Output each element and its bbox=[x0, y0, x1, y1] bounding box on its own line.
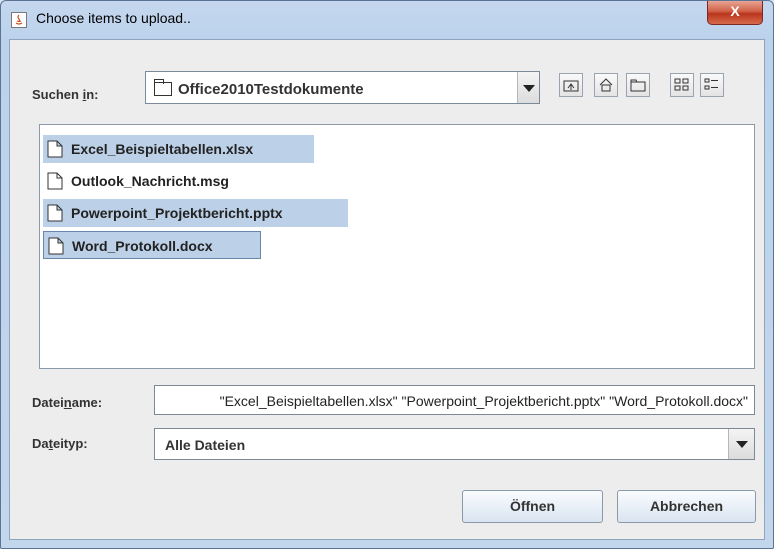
file-icon bbox=[47, 172, 63, 190]
chevron-down-icon bbox=[736, 441, 748, 448]
filetype-dropdown-button[interactable] bbox=[728, 429, 754, 459]
open-button[interactable]: Öffnen bbox=[462, 490, 603, 523]
close-icon: X bbox=[730, 3, 740, 19]
folder-icon bbox=[154, 79, 172, 96]
list-view-button[interactable] bbox=[670, 73, 694, 97]
close-button[interactable]: X bbox=[707, 1, 763, 25]
upload-dialog: Choose items to upload.. X Suchen in: Of… bbox=[0, 0, 774, 549]
up-folder-icon bbox=[563, 80, 579, 92]
look-in-value: Office2010Testdokumente bbox=[178, 81, 364, 98]
window-title: Choose items to upload.. bbox=[36, 10, 191, 26]
home-button[interactable] bbox=[594, 73, 618, 97]
file-item-excel[interactable]: Excel_Beispieltabellen.xlsx bbox=[43, 135, 314, 163]
filetype-combo[interactable]: Alle Dateien bbox=[154, 428, 755, 460]
filetype-label: Dateityp: bbox=[32, 436, 88, 451]
filename-value: "Excel_Beispieltabellen.xlsx" "Powerpoin… bbox=[219, 393, 748, 409]
chevron-down-icon bbox=[523, 84, 535, 92]
file-icon bbox=[47, 204, 63, 222]
file-name: Word_Protokoll.docx bbox=[72, 238, 213, 254]
cancel-button[interactable]: Abbrechen bbox=[617, 490, 756, 523]
filetype-value: Alle Dateien bbox=[165, 437, 246, 453]
list-view-icon bbox=[674, 78, 689, 91]
look-in-combo[interactable]: Office2010Testdokumente bbox=[145, 71, 540, 104]
title-bar[interactable]: Choose items to upload.. X bbox=[1, 1, 773, 39]
details-view-icon bbox=[704, 78, 718, 90]
file-item-powerpoint[interactable]: Powerpoint_Projektbericht.pptx bbox=[43, 199, 348, 227]
look-in-dropdown-button[interactable] bbox=[517, 72, 539, 103]
home-icon bbox=[599, 78, 613, 92]
file-list[interactable]: Excel_Beispieltabellen.xlsx Outlook_Nach… bbox=[39, 124, 755, 369]
new-folder-icon bbox=[630, 79, 646, 92]
dialog-content: Suchen in: Office2010Testdokumente Excel… bbox=[9, 39, 765, 540]
filename-label: Dateiname: bbox=[32, 395, 103, 410]
up-one-level-button[interactable] bbox=[559, 73, 583, 97]
file-item-outlook[interactable]: Outlook_Nachricht.msg bbox=[43, 167, 283, 195]
new-folder-button[interactable] bbox=[626, 73, 650, 97]
java-icon bbox=[11, 12, 27, 28]
file-item-word[interactable]: Word_Protokoll.docx bbox=[43, 231, 261, 259]
details-view-button[interactable] bbox=[700, 73, 724, 97]
file-name: Excel_Beispieltabellen.xlsx bbox=[71, 141, 254, 157]
filename-input[interactable]: "Excel_Beispieltabellen.xlsx" "Powerpoin… bbox=[154, 385, 755, 415]
file-icon bbox=[47, 140, 63, 158]
look-in-label: Suchen in: bbox=[32, 87, 99, 102]
file-icon bbox=[48, 237, 64, 255]
file-name: Outlook_Nachricht.msg bbox=[71, 173, 229, 189]
file-name: Powerpoint_Projektbericht.pptx bbox=[71, 205, 283, 221]
